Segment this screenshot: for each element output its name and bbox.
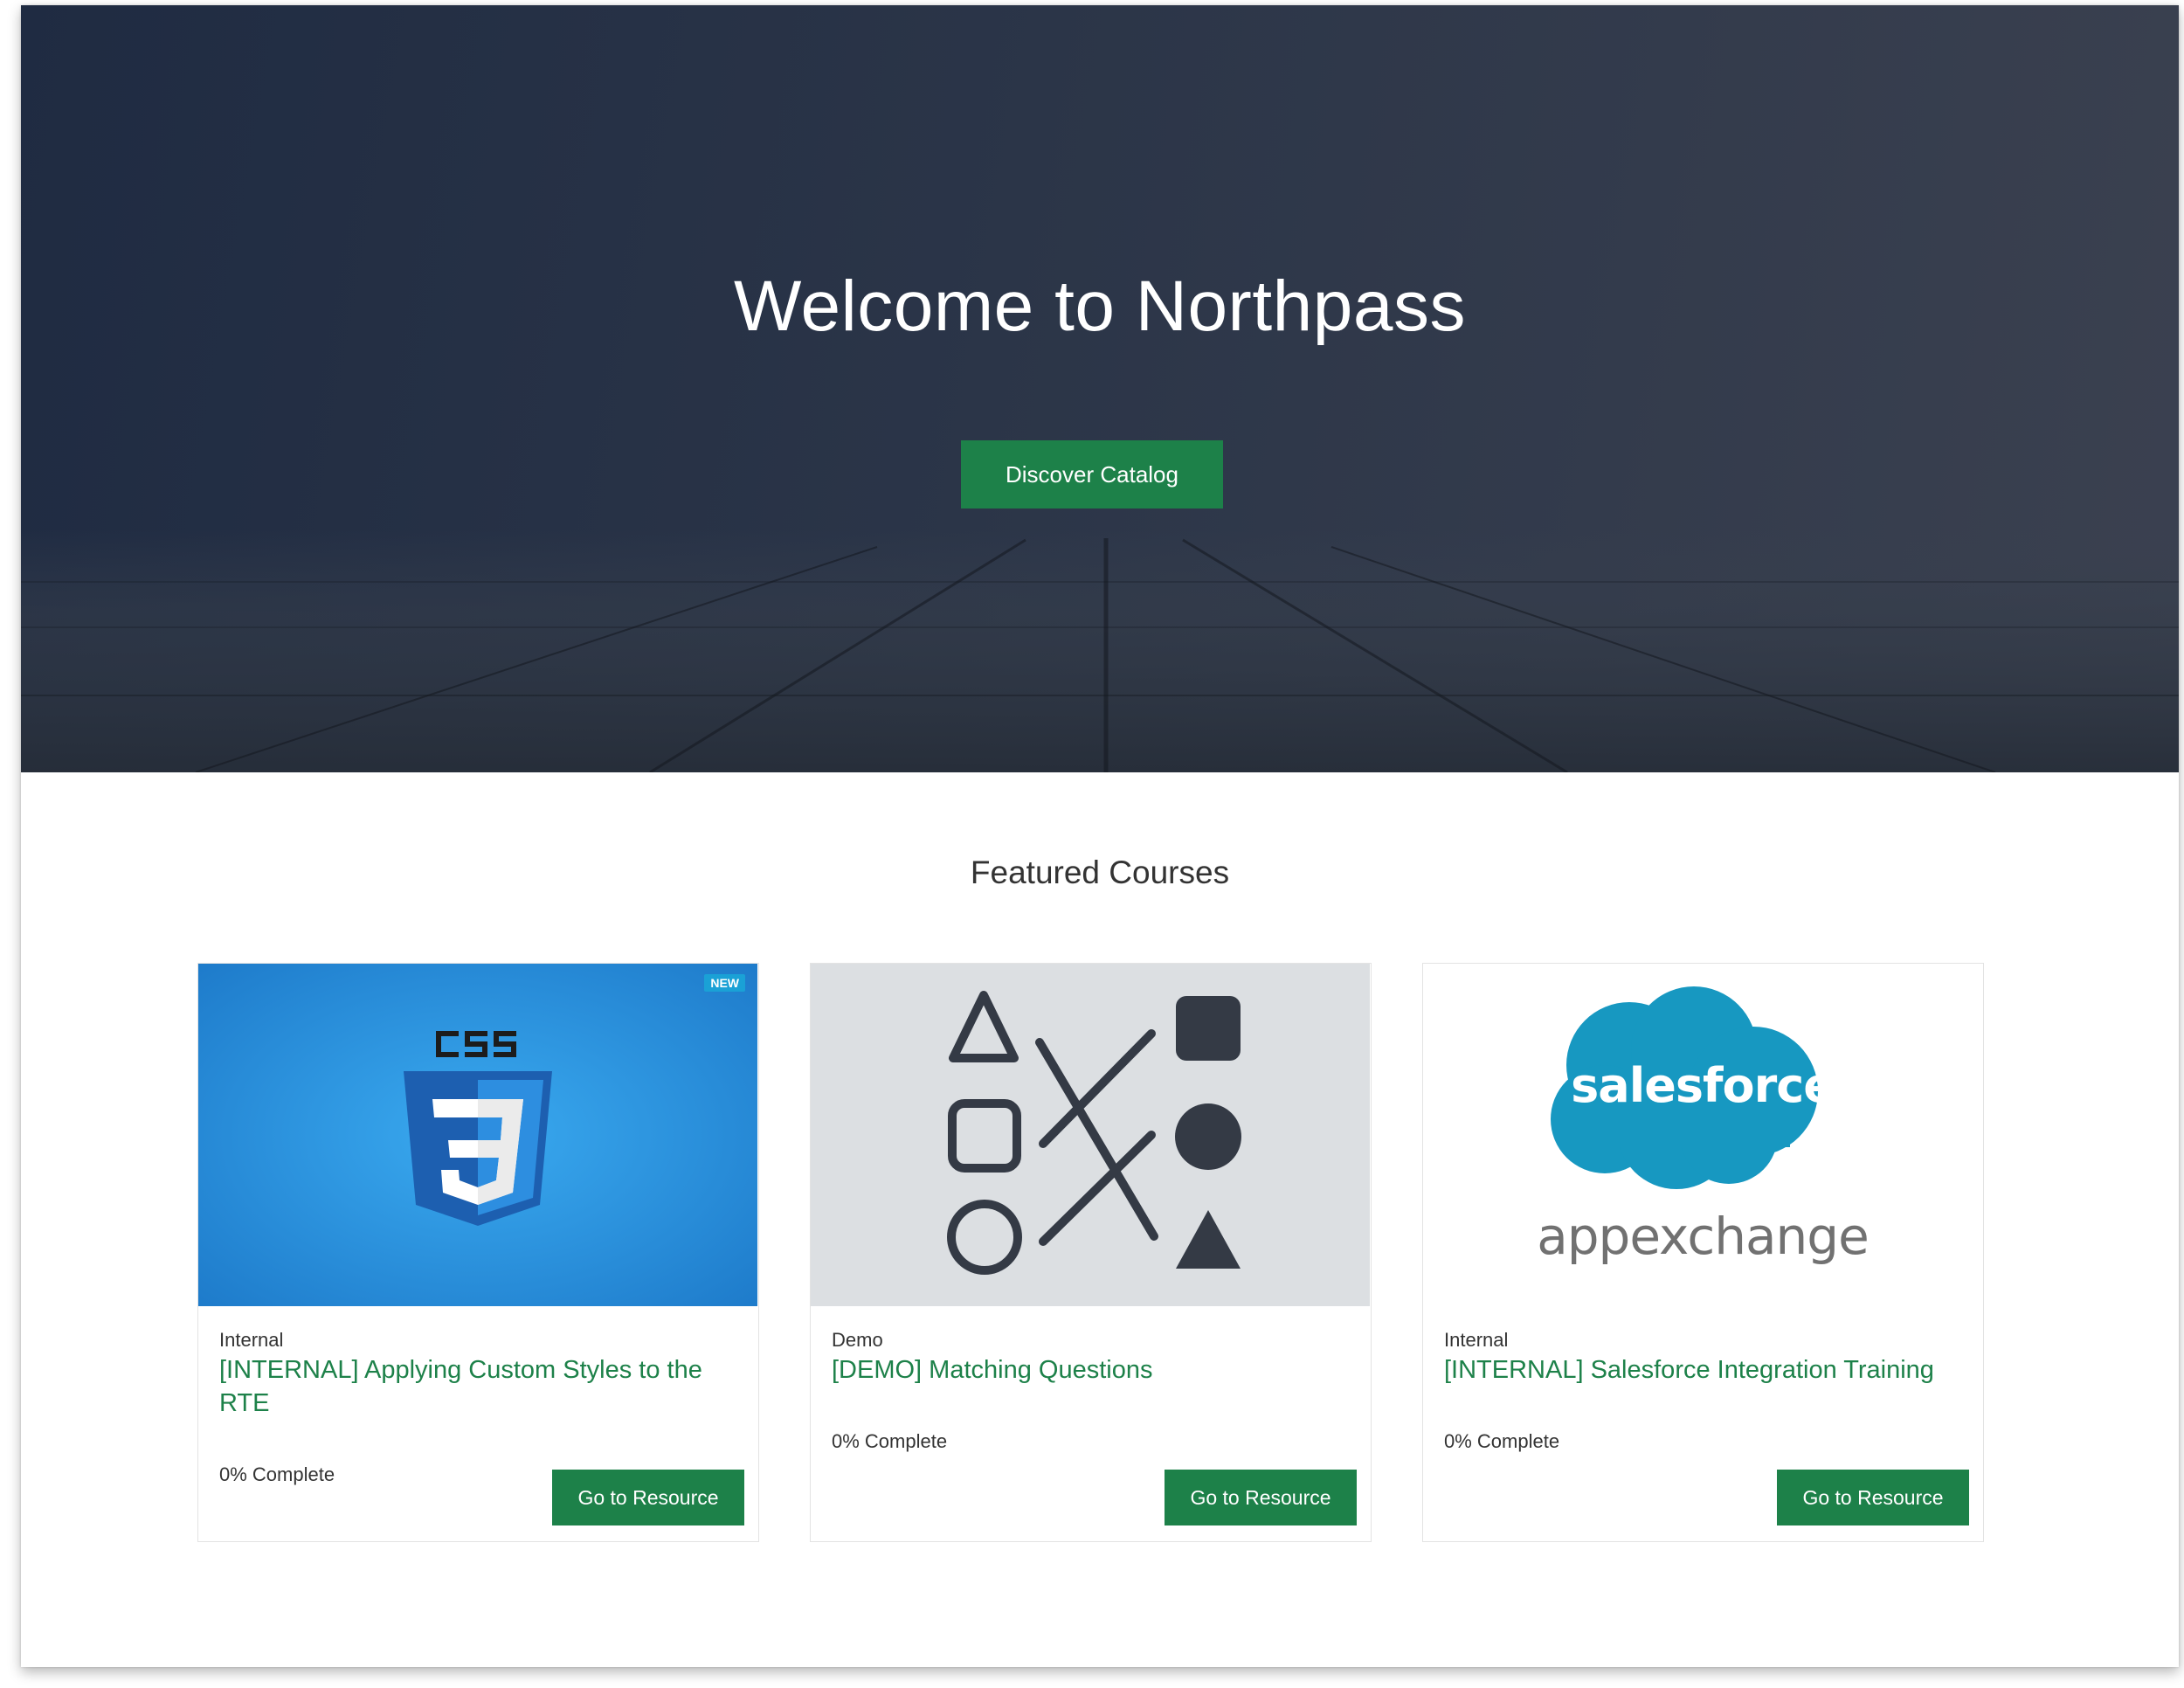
course-category: Internal (1444, 1329, 1509, 1351)
course-thumbnail[interactable] (811, 964, 1370, 1306)
page-frame: Welcome to Northpass Discover Catalog Fe… (21, 5, 2179, 1667)
course-category: Demo (832, 1329, 883, 1351)
course-thumbnail[interactable]: NEW (198, 964, 757, 1306)
course-title-link[interactable]: [DEMO] Matching Questions (832, 1353, 1347, 1387)
hero-banner: Welcome to Northpass Discover Catalog (21, 5, 2179, 772)
course-category: Internal (219, 1329, 284, 1351)
appexchange-logo-text: appexchange (1537, 1207, 1870, 1266)
matching-shapes-icon (811, 964, 1370, 1306)
featured-courses-heading: Featured Courses (970, 854, 1230, 890)
course-progress: 0% Complete (219, 1463, 335, 1485)
course-card-matching-questions[interactable]: Demo [DEMO] Matching Questions 0% Comple… (810, 963, 1372, 1542)
course-card-css-styles[interactable]: NEW Internal [INTERNAL] Applying Custom … (197, 963, 759, 1542)
hero-background-image (21, 529, 2179, 772)
go-to-resource-button[interactable]: Go to Resource (1165, 1470, 1357, 1525)
salesforce-logo-text: salesforce (1571, 1058, 1835, 1113)
course-thumbnail[interactable]: salesforce appexchange (1423, 964, 1982, 1306)
course-title-link[interactable]: [INTERNAL] Salesforce Integration Traini… (1444, 1353, 1959, 1387)
hero-title: Welcome to Northpass (734, 266, 1466, 346)
go-to-resource-button[interactable]: Go to Resource (1777, 1470, 1969, 1525)
course-title-link[interactable]: [INTERNAL] Applying Custom Styles to the… (219, 1353, 735, 1420)
course-progress: 0% Complete (1444, 1430, 1560, 1452)
css3-logo-icon (198, 964, 757, 1306)
course-card-salesforce-integration[interactable]: salesforce appexchange Internal [INTERNA… (1422, 963, 1984, 1542)
new-badge: NEW (704, 974, 745, 992)
course-progress: 0% Complete (832, 1430, 948, 1452)
go-to-resource-button[interactable]: Go to Resource (552, 1470, 744, 1525)
discover-catalog-button[interactable]: Discover Catalog (961, 440, 1223, 508)
